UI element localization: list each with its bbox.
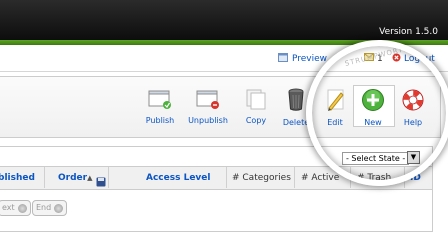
highlight-circle	[306, 40, 448, 186]
pagination-next-label: ext	[2, 203, 15, 212]
unpublish-label: Unpublish	[188, 116, 228, 125]
pagination-end[interactable]: End	[32, 200, 68, 216]
version-label: Version 1.5.0	[379, 27, 438, 37]
preview-label: Preview	[292, 54, 328, 64]
delete-label: Delete	[282, 118, 310, 127]
preview-icon	[278, 53, 288, 65]
column-categories: # Categories	[232, 173, 291, 183]
unpublish-icon	[184, 88, 232, 112]
copy-label: Copy	[245, 116, 267, 125]
end-icon	[54, 203, 64, 213]
unpublish-button[interactable]: Unpublish	[184, 88, 232, 125]
next-icon	[17, 203, 27, 213]
column-divider	[294, 167, 295, 188]
column-access-level[interactable]: Access Level	[146, 173, 210, 183]
save-order-icon[interactable]	[96, 172, 106, 191]
preview-link[interactable]: Preview	[278, 53, 327, 65]
publish-button[interactable]: Publish	[136, 88, 184, 125]
column-divider	[226, 167, 227, 188]
column-published[interactable]: blished	[0, 173, 35, 183]
column-active: # Active	[301, 173, 340, 183]
column-order-label: Order	[58, 173, 88, 183]
column-divider	[44, 167, 45, 188]
admin-header	[0, 0, 448, 44]
column-order[interactable]: Order▲	[58, 173, 92, 183]
pagination-next[interactable]: ext	[0, 200, 31, 216]
publish-icon	[136, 88, 184, 112]
sort-arrow-icon: ▲	[87, 174, 93, 182]
pagination-end-label: End	[36, 203, 52, 212]
column-divider	[108, 167, 109, 188]
publish-label: Publish	[145, 116, 175, 125]
